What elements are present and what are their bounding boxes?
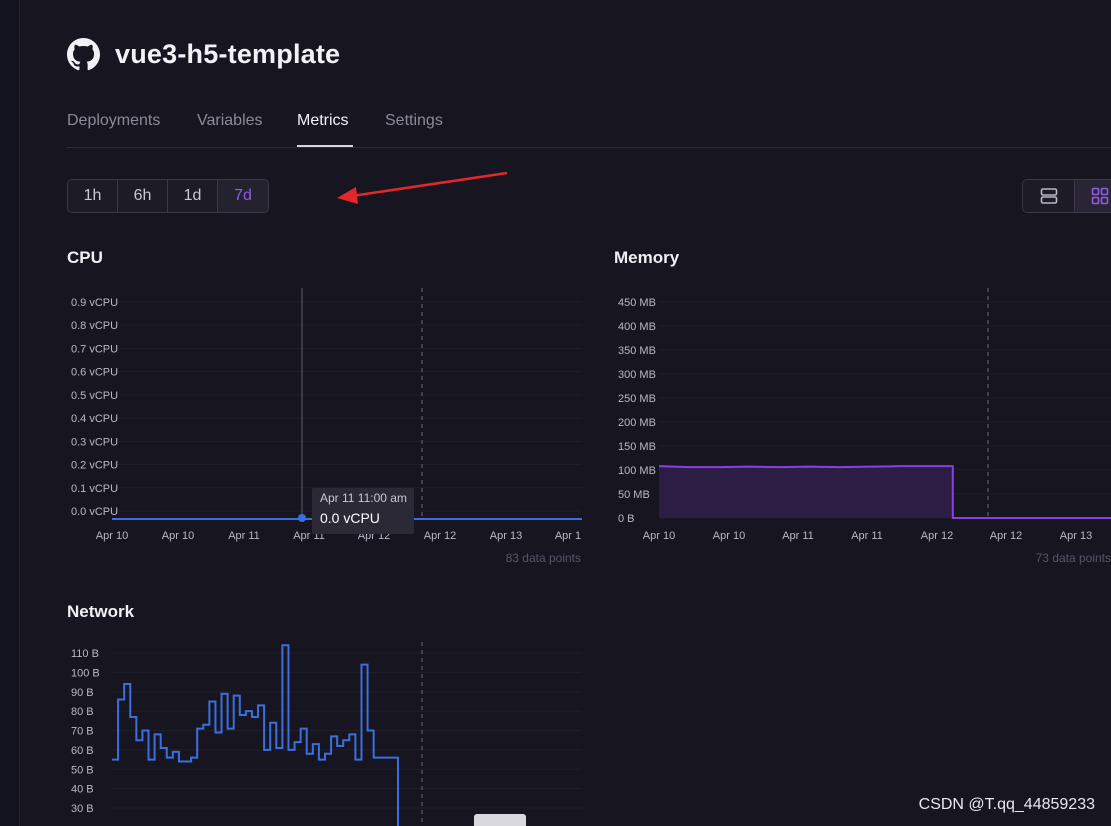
network-y-tick: 90 B [71,687,94,699]
memory-y-tick: 50 MB [618,489,650,501]
floating-chip [474,814,526,826]
network-y-tick: 40 B [71,784,94,796]
memory-x-tick: Apr 11 [851,530,883,542]
cpu-y-tick: 0.7 vCPU [71,343,118,355]
network-y-tick: 50 B [71,764,94,776]
cpu-chart: 0.0 vCPU 0.1 vCPU 0.2 vCPU 0.3 vCPU 0.4 vCPU… [71,288,582,565]
network-y-tick: 60 B [71,745,94,757]
cpu-x-tick: Apr 13 [490,530,522,542]
network-y-tick: 70 B [71,726,94,738]
memory-x-tick: Apr 12 [990,530,1022,542]
cpu-y-tick: 0.2 vCPU [71,460,118,472]
tooltip-value: 0.0 vCPU [320,510,380,526]
cpu-y-tick: 0.9 vCPU [71,297,118,309]
memory-chart: 0 B 50 MB 100 MB 150 MB 200 MB 250 MB 300 MB 35… [618,288,1111,565]
memory-y-tick: 350 MB [618,345,656,357]
metrics-charts: 0.0 vCPU 0.1 vCPU 0.2 vCPU 0.3 vCPU 0.4 vCPU… [71,171,1111,826]
cpu-y-tick: 0.3 vCPU [71,436,118,448]
memory-y-tick: 300 MB [618,369,656,381]
cpu-x-tick: Apr 11 [228,530,260,542]
cpu-data-points: 83 data points [506,551,581,565]
memory-x-tick: Apr 10 [713,530,745,542]
memory-data-points: 73 data points [1036,551,1111,565]
tooltip-time: Apr 11 11:00 am [320,491,407,505]
cpu-tooltip: Apr 11 11:00 am 0.0 vCPU [312,488,414,534]
cpu-x-tick: Apr 1 [555,530,581,542]
memory-y-tick: 200 MB [618,417,656,429]
cpu-y-tick: 0.6 vCPU [71,367,118,379]
cpu-y-tick: 0.0 vCPU [71,506,118,518]
network-y-tick: 110 B [71,648,99,660]
cpu-y-tick: 0.5 vCPU [71,390,118,402]
cpu-y-tick: 0.4 vCPU [71,413,118,425]
cpu-x-tick: Apr 10 [96,530,128,542]
memory-x-tick: Apr 13 [1060,530,1092,542]
memory-y-tick: 0 B [618,513,635,525]
memory-y-tick: 250 MB [618,393,656,405]
memory-y-tick: 450 MB [618,297,656,309]
memory-y-tick: 400 MB [618,321,656,333]
memory-y-tick: 100 MB [618,465,656,477]
memory-x-tick: Apr 12 [921,530,953,542]
memory-x-tick: Apr 10 [643,530,675,542]
cpu-y-tick: 0.1 vCPU [71,483,118,495]
watermark: CSDN @T.qq_44859233 [918,796,1095,813]
annotation-arrow [337,171,508,204]
cpu-hover-point [298,514,306,522]
cpu-x-tick: Apr 10 [162,530,194,542]
network-chart: 30 B 40 B 50 B 60 B 70 B 80 B 90 B 100 B 110 B [71,642,582,826]
cpu-y-tick: 0.8 vCPU [71,320,118,332]
cpu-x-tick: Apr 12 [424,530,456,542]
network-y-tick: 100 B [71,667,100,679]
network-y-tick: 30 B [71,803,94,815]
memory-x-tick: Apr 11 [782,530,814,542]
memory-y-tick: 150 MB [618,441,656,453]
network-y-tick: 80 B [71,706,94,718]
memory-series-area [659,466,1111,518]
